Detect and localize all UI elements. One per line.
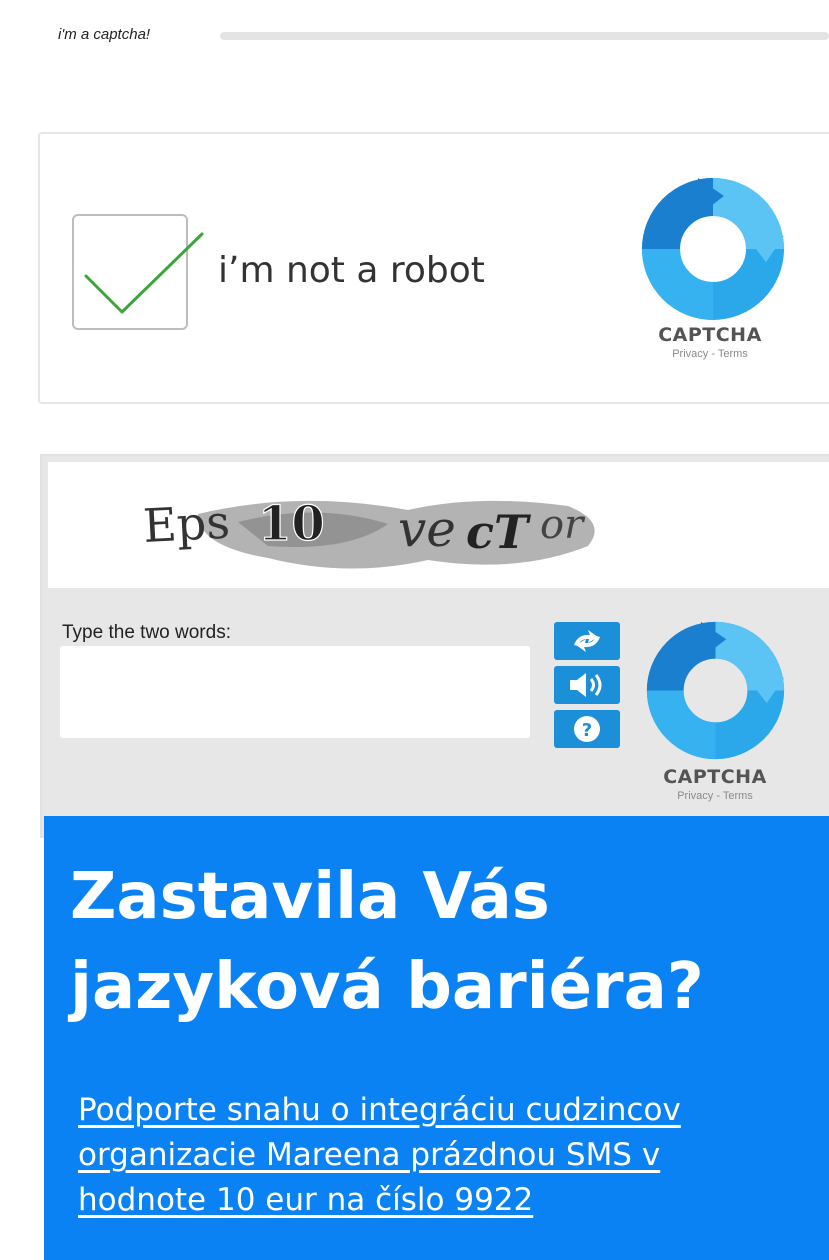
link-line: Podporte snahu o integráciu cudzincov <box>78 1092 681 1128</box>
checkbox-captcha-widget: i’m not a robot CAPTCHA Privacy - Terms <box>38 132 829 404</box>
privacy-terms-link[interactable]: Privacy - Terms <box>630 348 790 360</box>
svg-text:ve: ve <box>398 500 456 558</box>
help-icon: ? <box>574 716 600 742</box>
captcha-header-label: i'm a captcha! <box>58 26 151 43</box>
refresh-icon <box>574 630 600 652</box>
privacy-terms-link[interactable]: Privacy - Terms <box>635 790 795 802</box>
audio-captcha-button[interactable] <box>554 666 620 704</box>
text-captcha-widget: Eps 10 ve cT or Type the two words: ? CA… <box>40 454 829 838</box>
captcha-prompt-label: Type the two words: <box>62 622 231 643</box>
captcha-answer-input[interactable] <box>60 646 530 738</box>
svg-text:cT: cT <box>466 505 532 559</box>
headline-line: jazyková bariéra? <box>70 950 704 1024</box>
captcha-challenge-image: Eps 10 ve cT or <box>48 462 829 588</box>
link-line: organizacie Mareena prázdnou SMS v <box>78 1137 661 1173</box>
not-robot-checkbox[interactable] <box>72 214 204 330</box>
not-robot-label: i’m not a robot <box>218 250 485 291</box>
headline-line: Zastavila Vás <box>70 860 550 934</box>
svg-text:Eps: Eps <box>142 495 231 553</box>
captcha-logo-icon <box>646 621 785 760</box>
banner-headline: Zastavila Vás jazyková bariéra? <box>70 852 829 1032</box>
svg-text:or: or <box>540 502 586 548</box>
refresh-captcha-button[interactable] <box>554 622 620 660</box>
help-captcha-button[interactable]: ? <box>554 710 620 748</box>
promo-banner: Zastavila Vás jazyková bariéra? Podporte… <box>44 816 829 1260</box>
captcha-logo-icon <box>642 178 784 320</box>
svg-text:?: ? <box>582 720 592 741</box>
sms-donation-link[interactable]: Podporte snahu o integráciu cudzincov or… <box>78 1088 829 1223</box>
captcha-logo-text: CAPTCHA <box>658 324 762 346</box>
svg-text:10: 10 <box>258 496 325 552</box>
captcha-logo-text: CAPTCHA <box>663 766 767 788</box>
captcha-distorted-text-image: Eps 10 ve cT or <box>142 495 595 569</box>
link-line: hodnote 10 eur na číslo 9922 <box>78 1182 534 1218</box>
checkmark-icon <box>84 232 204 314</box>
header-divider <box>220 32 829 40</box>
speaker-icon <box>570 673 602 697</box>
